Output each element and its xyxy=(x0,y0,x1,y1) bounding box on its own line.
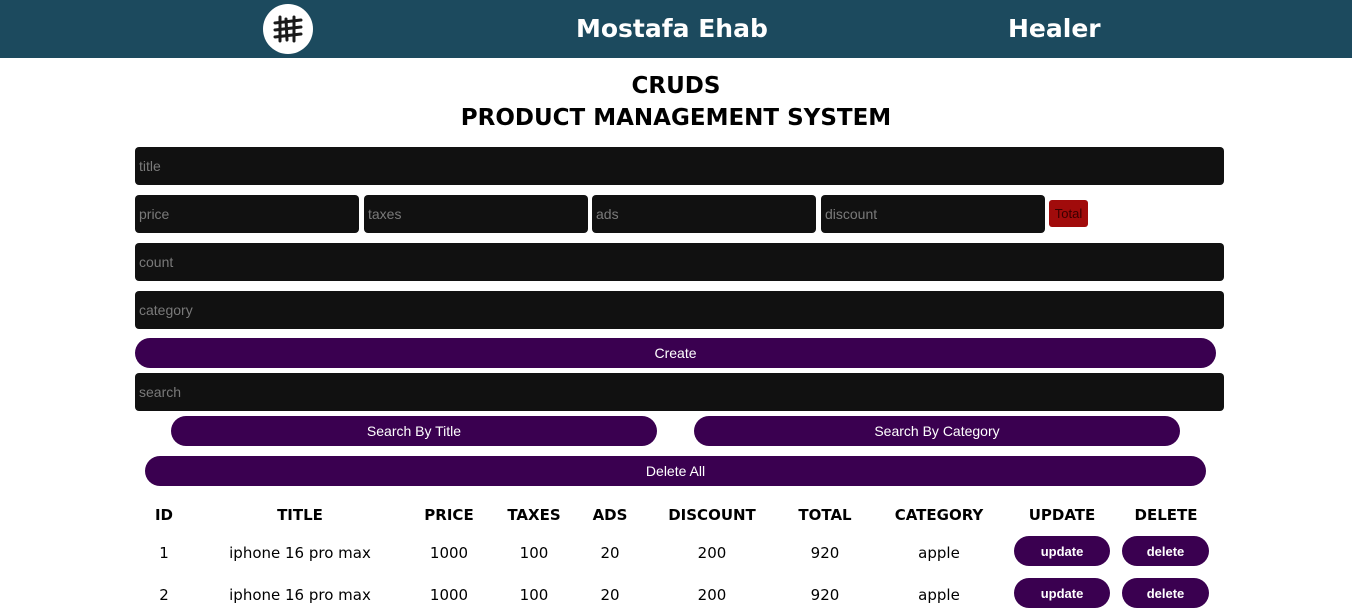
delete-all-button[interactable]: Delete All xyxy=(145,456,1206,486)
column-header-delete: DELETE xyxy=(1134,506,1198,524)
delete-button[interactable]: delete xyxy=(1122,578,1209,608)
cell-ads: 20 xyxy=(600,544,620,562)
update-button[interactable]: update xyxy=(1014,578,1110,608)
cell-title: iphone 16 pro max xyxy=(229,544,371,562)
discount-input[interactable] xyxy=(821,195,1045,233)
column-header-discount: DISCOUNT xyxy=(668,506,756,524)
cell-id: 1 xyxy=(159,544,169,562)
cell-discount: 200 xyxy=(697,586,727,604)
column-header-category: CATEGORY xyxy=(894,506,984,524)
search-by-category-button[interactable]: Search By Category xyxy=(694,416,1180,446)
cell-price: 1000 xyxy=(429,586,469,604)
brand-role: Healer xyxy=(1008,14,1101,43)
column-header-title: TITLE xyxy=(277,506,323,524)
total-badge: Total xyxy=(1049,200,1088,227)
cell-total: 920 xyxy=(810,586,840,604)
delete-button[interactable]: delete xyxy=(1122,536,1209,566)
column-header-total: TOTAL xyxy=(798,506,852,524)
cell-taxes: 100 xyxy=(519,586,549,604)
cell-discount: 200 xyxy=(697,544,727,562)
brand-name: Mostafa Ehab xyxy=(576,14,768,43)
cell-price: 1000 xyxy=(429,544,469,562)
column-header-id: ID xyxy=(154,506,174,524)
cell-total: 920 xyxy=(810,544,840,562)
column-header-update: UPDATE xyxy=(1028,506,1096,524)
count-input[interactable] xyxy=(135,243,1224,281)
taxes-input[interactable] xyxy=(364,195,588,233)
cell-ads: 20 xyxy=(600,586,620,604)
column-header-price: PRICE xyxy=(424,506,474,524)
update-button[interactable]: update xyxy=(1014,536,1110,566)
price-input[interactable] xyxy=(135,195,359,233)
cell-category: apple xyxy=(918,586,960,604)
search-by-title-button[interactable]: Search By Title xyxy=(171,416,657,446)
category-input[interactable] xyxy=(135,291,1224,329)
page-title: CRUDS xyxy=(631,73,721,99)
ads-input[interactable] xyxy=(592,195,816,233)
cell-title: iphone 16 pro max xyxy=(229,586,371,604)
search-input[interactable] xyxy=(135,373,1224,411)
hm-monogram-logo-icon xyxy=(263,4,313,54)
cell-category: apple xyxy=(918,544,960,562)
column-header-taxes: TAXES xyxy=(507,506,561,524)
column-header-ads: ADS xyxy=(592,506,628,524)
create-button[interactable]: Create xyxy=(135,338,1216,368)
title-input[interactable] xyxy=(135,147,1224,185)
cell-id: 2 xyxy=(159,586,169,604)
page-subtitle: PRODUCT MANAGEMENT SYSTEM xyxy=(460,105,892,131)
cell-taxes: 100 xyxy=(519,544,549,562)
top-header-bar: Mostafa Ehab Healer xyxy=(0,0,1352,58)
